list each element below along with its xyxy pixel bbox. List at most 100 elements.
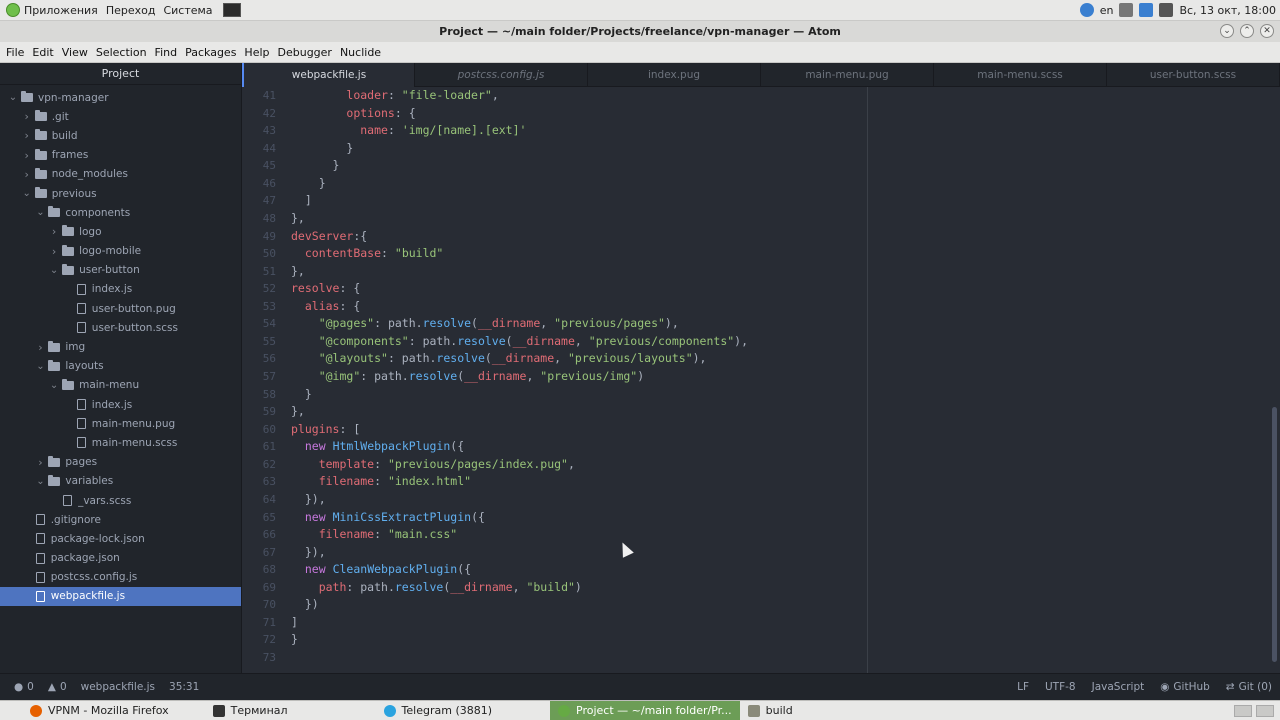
chevron-right-icon[interactable]: › [22,129,32,142]
line-number-gutter[interactable]: 41 42 43 44 45 46 47 48 49 50 51 52 53 54 55 56 57 58 59 60… [242,87,276,673]
taskbar-item[interactable]: Telegram (3881) [376,701,500,720]
code-line[interactable]: }), [291,544,748,562]
status-cursor-position[interactable]: 35:31 [169,681,199,693]
tree-folder[interactable]: › .git [0,107,241,126]
status-file-name[interactable]: webpackfile.js [81,681,155,693]
tree-header[interactable]: Project [0,63,241,85]
tree-folder[interactable]: › logo [0,222,241,241]
menu-packages[interactable]: Packages [185,46,236,59]
line-number[interactable]: 71 [242,614,276,632]
tree-file[interactable]: postcss.config.js [0,568,241,587]
line-number[interactable]: 56 [242,350,276,368]
code-line[interactable]: options: { [291,105,748,123]
status-line-ending[interactable]: LF [1017,681,1029,693]
tree-folder[interactable]: ⌄ previous [0,184,241,203]
editor-tab[interactable]: main-menu.scss [934,63,1107,87]
line-number[interactable]: 52 [242,280,276,298]
diagnostics-errors[interactable]: ● 0 [14,681,34,693]
line-number[interactable]: 69 [242,579,276,597]
chevron-down-icon[interactable]: ⌄ [49,265,59,276]
network-icon[interactable] [1079,3,1094,17]
tree-folder[interactable]: › logo-mobile [0,242,241,261]
editor-tab[interactable]: webpackfile.js [242,63,415,87]
code-line[interactable]: template: "previous/pages/index.pug", [291,456,748,474]
editor-tab[interactable]: main-menu.pug [761,63,934,87]
line-number[interactable]: 58 [242,386,276,404]
tree-file[interactable]: user-button.pug [0,299,241,318]
tree-folder[interactable]: › node_modules [0,165,241,184]
tree-file[interactable]: main-menu.scss [0,433,241,452]
code-line[interactable]: resolve: { [291,280,748,298]
tree-folder[interactable]: ⌄ variables [0,472,241,491]
code-editor[interactable]: 41 42 43 44 45 46 47 48 49 50 51 52 53 54 55 56 57 58 59 60… [242,87,1280,673]
tree-file[interactable]: package-lock.json [0,529,241,548]
line-number[interactable]: 73 [242,649,276,667]
line-number[interactable]: 60 [242,421,276,439]
line-number[interactable]: 65 [242,509,276,527]
code-lines[interactable]: loader: "file-loader", options: { name: … [291,87,748,667]
code-line[interactable]: new HtmlWebpackPlugin({ [291,438,748,456]
code-line[interactable]: }, [291,210,748,228]
code-line[interactable]: alias: { [291,298,748,316]
line-number[interactable]: 47 [242,192,276,210]
line-number[interactable]: 50 [242,245,276,263]
editor-tab[interactable]: postcss.config.js [415,63,588,87]
code-line[interactable]: contentBase: "build" [291,245,748,263]
keyboard-layout-indicator[interactable]: en [1100,4,1114,17]
menu-find[interactable]: Find [155,46,178,59]
tree-folder[interactable]: › img [0,337,241,356]
taskbar-item[interactable]: build [740,701,801,720]
editor-tab[interactable]: index.pug [588,63,761,87]
line-number[interactable]: 43 [242,122,276,140]
chevron-down-icon[interactable]: ⌄ [8,92,18,103]
code-line[interactable]: "@img": path.resolve(__dirname, "previou… [291,368,748,386]
tree-folder[interactable]: ⌄ vpn-manager [0,88,241,107]
menu-edit[interactable]: Edit [32,46,53,59]
code-line[interactable]: }) [291,596,748,614]
line-number[interactable]: 53 [242,298,276,316]
code-line[interactable]: } [291,157,748,175]
code-line[interactable]: "@components": path.resolve(__dirname, "… [291,333,748,351]
code-line[interactable]: ] [291,192,748,210]
tree-folder[interactable]: ⌄ user-button [0,261,241,280]
clock[interactable]: Вс, 13 окт, 18:00 [1179,4,1276,17]
tree-folder[interactable]: › pages [0,453,241,472]
code-line[interactable]: path: path.resolve(__dirname, "build") [291,579,748,597]
chevron-down-icon[interactable]: ⌄ [35,207,45,218]
battery-icon[interactable] [1159,3,1174,17]
code-line[interactable]: } [291,631,748,649]
chevron-right-icon[interactable]: › [35,456,45,469]
line-number[interactable]: 49 [242,228,276,246]
editor-scrollbar-thumb[interactable] [1272,407,1277,662]
line-number[interactable]: 64 [242,491,276,509]
code-line[interactable]: filename: "main.css" [291,526,748,544]
line-number[interactable]: 46 [242,175,276,193]
code-line[interactable]: } [291,386,748,404]
line-number[interactable]: 45 [242,157,276,175]
line-number[interactable]: 42 [242,105,276,123]
maximize-icon[interactable]: ⌃ [1240,24,1254,38]
system-menu-places[interactable]: Переход [106,4,156,17]
chevron-down-icon[interactable]: ⌄ [49,380,59,391]
chevron-right-icon[interactable]: › [22,149,32,162]
line-number[interactable]: 51 [242,263,276,281]
tree-folder[interactable]: ⌄ layouts [0,357,241,376]
code-line[interactable]: filename: "index.html" [291,473,748,491]
close-icon[interactable]: ✕ [1260,24,1274,38]
line-number[interactable]: 62 [242,456,276,474]
code-line[interactable]: "@layouts": path.resolve(__dirname, "pre… [291,350,748,368]
code-line[interactable]: name: 'img/[name].[ext]' [291,122,748,140]
tree-folder[interactable]: › build [0,126,241,145]
tree-folder[interactable]: › frames [0,146,241,165]
line-number[interactable]: 48 [242,210,276,228]
tree-file[interactable]: _vars.scss [0,491,241,510]
diagnostics-warnings[interactable]: ▲ 0 [48,681,67,693]
chevron-right-icon[interactable]: › [22,168,32,181]
taskbar-item[interactable]: Project — ~/main folder/Pr... [550,700,740,720]
chevron-right-icon[interactable]: › [35,341,45,354]
line-number[interactable]: 66 [242,526,276,544]
code-line[interactable]: new MiniCssExtractPlugin({ [291,509,748,527]
status-git[interactable]: ⇄ Git (0) [1226,681,1272,693]
tree-file[interactable]: index.js [0,395,241,414]
chevron-right-icon[interactable]: › [22,110,32,123]
